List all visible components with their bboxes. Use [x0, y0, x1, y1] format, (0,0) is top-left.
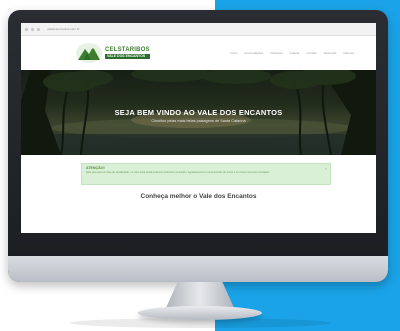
monitor-screen: valedosencantos.com.br CELSTARIBOS VALE … — [21, 23, 376, 233]
nav-item[interactable]: Galeria — [290, 51, 300, 55]
site-header: CELSTARIBOS VALE DOS ENCANTOS Início Aco… — [21, 36, 376, 70]
nav-item[interactable]: Acomodações — [244, 51, 263, 55]
hero-title: SEJA BEM VINDO AO VALE DOS ENCANTOS — [114, 108, 283, 117]
nav-item[interactable]: Contato — [306, 51, 317, 55]
notice-alert: ATENÇÃO! Este site está em fase de atual… — [81, 163, 331, 185]
section-title: Conheça melhor o Vale dos Encantos — [140, 193, 257, 200]
back-icon[interactable] — [25, 27, 28, 31]
address-bar[interactable]: valedosencantos.com.br — [47, 27, 80, 31]
monitor-chin — [8, 256, 388, 282]
logo-tagline: VALE DOS ENCANTOS — [105, 53, 150, 60]
reload-icon[interactable] — [37, 27, 40, 31]
logo-name: CELSTARIBOS — [105, 46, 150, 53]
monitor-base — [138, 306, 262, 320]
alert-text: Este site está em fase de atualização, n… — [86, 171, 271, 174]
nav-item[interactable]: Passeios — [270, 51, 282, 55]
hero-subtitle: Circuitos pelas mais belas paisagens de … — [151, 119, 246, 123]
close-icon[interactable]: × — [325, 166, 327, 171]
alert-title: ATENÇÃO! — [86, 166, 105, 170]
site-logo[interactable]: CELSTARIBOS VALE DOS ENCANTOS — [76, 43, 150, 63]
hero-banner: SEJA BEM VINDO AO VALE DOS ENCANTOS Circ… — [21, 70, 376, 155]
nav-item[interactable]: Início — [230, 51, 237, 55]
browser-toolbar: valedosencantos.com.br — [21, 23, 376, 36]
forward-icon[interactable] — [31, 27, 34, 31]
mountain-logo-icon — [76, 43, 102, 63]
nav-item[interactable]: Idiomas — [343, 51, 354, 55]
nav-item[interactable]: Reservas — [324, 51, 337, 55]
main-nav: Início Acomodações Passeios Galeria Cont… — [230, 51, 354, 55]
